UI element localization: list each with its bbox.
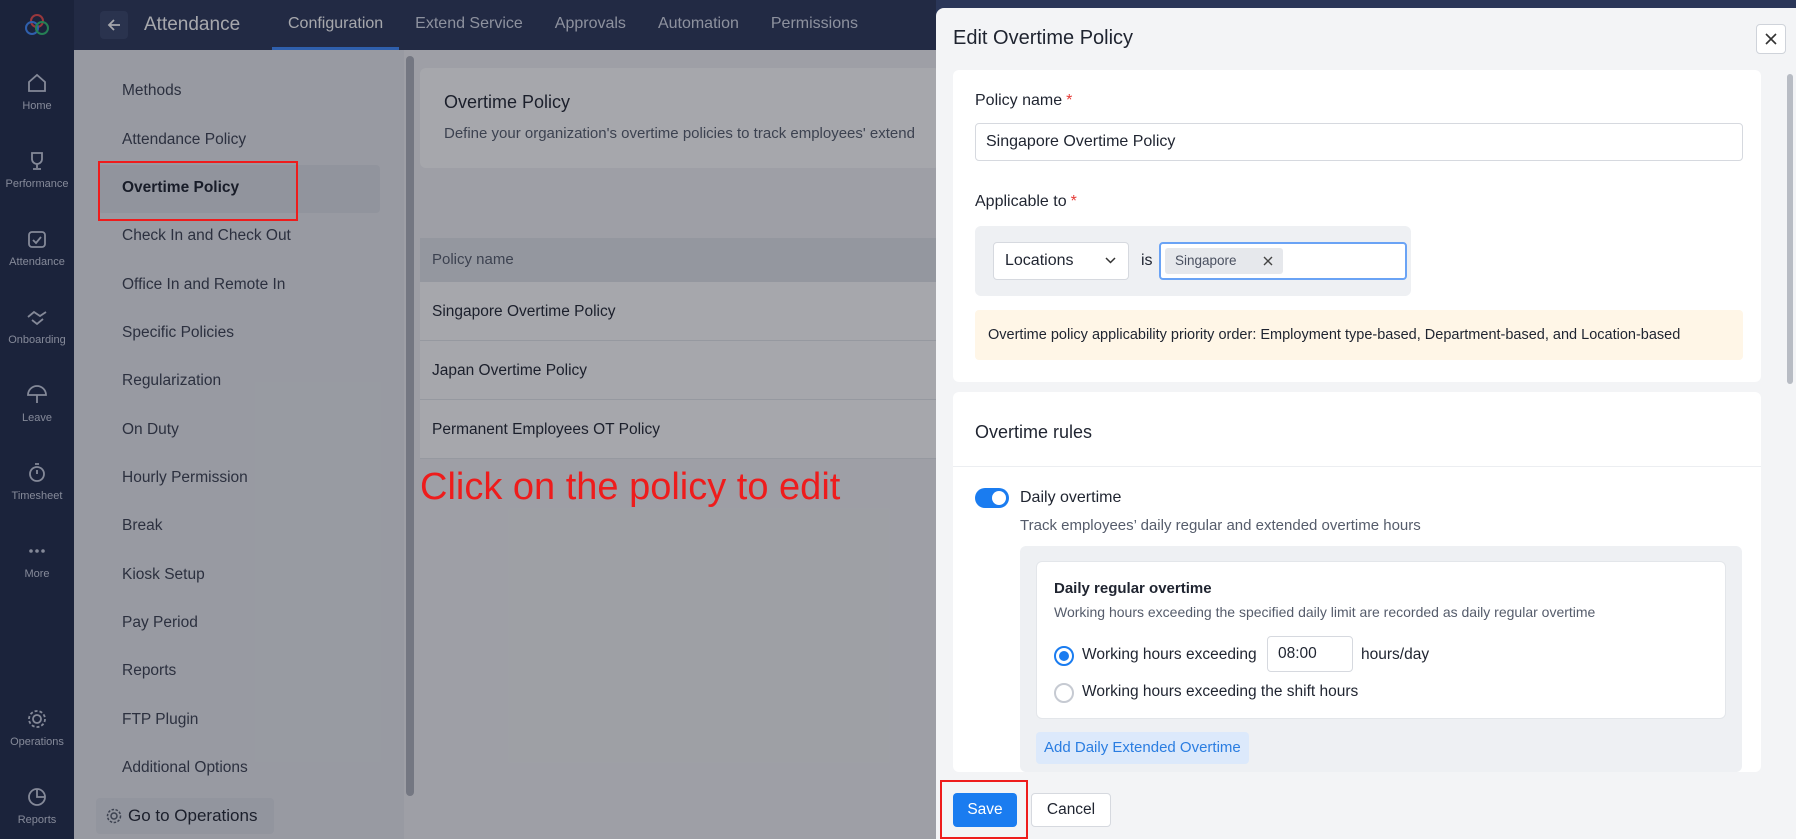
drawer-title: Edit Overtime Policy xyxy=(953,27,1134,49)
is-label: is xyxy=(1141,252,1153,269)
radio-shift-hours[interactable] xyxy=(1054,683,1074,703)
divider xyxy=(953,466,1761,467)
criteria-select[interactable]: Locations xyxy=(993,242,1129,280)
instruction-annotation: Click on the policy to edit xyxy=(420,466,841,508)
daily-overtime-toggle[interactable] xyxy=(975,488,1009,508)
daily-hours-input[interactable]: 08:00 xyxy=(1267,636,1353,672)
hours-unit-label: hours/day xyxy=(1361,646,1430,663)
radio-hours-exceeding[interactable] xyxy=(1054,646,1074,666)
required-mark: * xyxy=(1070,193,1077,210)
policy-details-panel: Policy name * Singapore Overtime Policy A… xyxy=(953,70,1761,382)
modal-backdrop[interactable] xyxy=(0,0,936,839)
close-icon xyxy=(1765,33,1777,45)
drawer-scrollbar[interactable] xyxy=(1787,74,1793,384)
daily-overtime-desc: Track employees’ daily regular and exten… xyxy=(1020,517,1421,534)
location-chip: Singapore xyxy=(1165,248,1283,274)
policy-name-input[interactable]: Singapore Overtime Policy xyxy=(975,123,1743,161)
chip-remove-icon[interactable] xyxy=(1263,256,1273,266)
edit-overtime-drawer: Edit Overtime Policy Policy name * Singap… xyxy=(936,8,1796,839)
highlight-overtime-policy xyxy=(98,161,298,221)
radio-hours-exceeding-label: Working hours exceeding xyxy=(1082,646,1257,663)
drawer-footer: Save Cancel xyxy=(936,778,1796,839)
applicable-to-label-text: Applicable to xyxy=(975,193,1067,210)
close-button[interactable] xyxy=(1756,24,1786,54)
location-multiselect[interactable]: Singapore xyxy=(1159,242,1407,280)
overtime-rules-title: Overtime rules xyxy=(975,422,1093,442)
overtime-rules-panel: Overtime rules Daily overtime Track empl… xyxy=(953,392,1761,772)
applicability-rule: Locations is Singapore xyxy=(975,226,1411,296)
policy-name-label-text: Policy name xyxy=(975,92,1063,109)
chip-label: Singapore xyxy=(1175,253,1237,268)
criteria-select-value: Locations xyxy=(1005,252,1074,269)
required-mark: * xyxy=(1066,92,1073,109)
add-daily-extended-button[interactable]: Add Daily Extended Overtime xyxy=(1036,732,1249,764)
daily-regular-desc: Working hours exceeding the specified da… xyxy=(1054,604,1596,620)
daily-regular-overtime-card: Daily regular overtime Working hours exc… xyxy=(1036,561,1726,719)
daily-overtime-title: Daily overtime xyxy=(1020,489,1122,506)
daily-regular-title: Daily regular overtime xyxy=(1054,580,1212,597)
cancel-button[interactable]: Cancel xyxy=(1031,793,1111,827)
highlight-save xyxy=(940,780,1028,839)
policy-name-label: Policy name * xyxy=(975,92,1072,110)
daily-overtime-config: Daily regular overtime Working hours exc… xyxy=(1020,546,1742,772)
applicable-to-label: Applicable to * xyxy=(975,193,1077,211)
radio-shift-hours-label: Working hours exceeding the shift hours xyxy=(1082,683,1359,700)
priority-notice: Overtime policy applicability priority o… xyxy=(975,310,1743,360)
chevron-down-icon xyxy=(1105,257,1116,264)
